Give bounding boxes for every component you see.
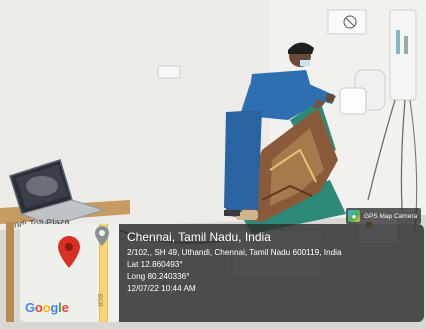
photo-scene: ndi Toll Plaza ● GPS Map Camera ECR Goog… xyxy=(0,0,426,329)
address-text: 2/102,, SH 49, Uthandi, Chennai, Tamil N… xyxy=(127,248,342,257)
map-thumbnail: ECR Google xyxy=(20,224,119,322)
latitude-text: Lat 12.860493° xyxy=(127,260,183,269)
app-name: GPS Map Camera xyxy=(364,212,418,220)
longitude-text: Long 80.240336° xyxy=(127,272,190,281)
geotag-overlay: ECR Google Chennai, Tamil Nadu, India 2/… xyxy=(20,224,424,322)
location-pin-icon xyxy=(58,236,80,268)
road-label: ECR xyxy=(96,294,102,307)
google-logo: Google xyxy=(25,300,69,315)
gps-map-camera-logo-icon: ● xyxy=(348,210,360,222)
gray-location-pin-icon xyxy=(95,226,109,246)
geotag-info-panel: Chennai, Tamil Nadu, India 2/102,, SH 49… xyxy=(119,224,424,322)
gps-map-camera-badge: ● GPS Map Camera xyxy=(346,208,422,224)
timestamp-text: 12/07/22 10:44 AM xyxy=(127,284,196,293)
location-title: Chennai, Tamil Nadu, India xyxy=(127,230,271,244)
